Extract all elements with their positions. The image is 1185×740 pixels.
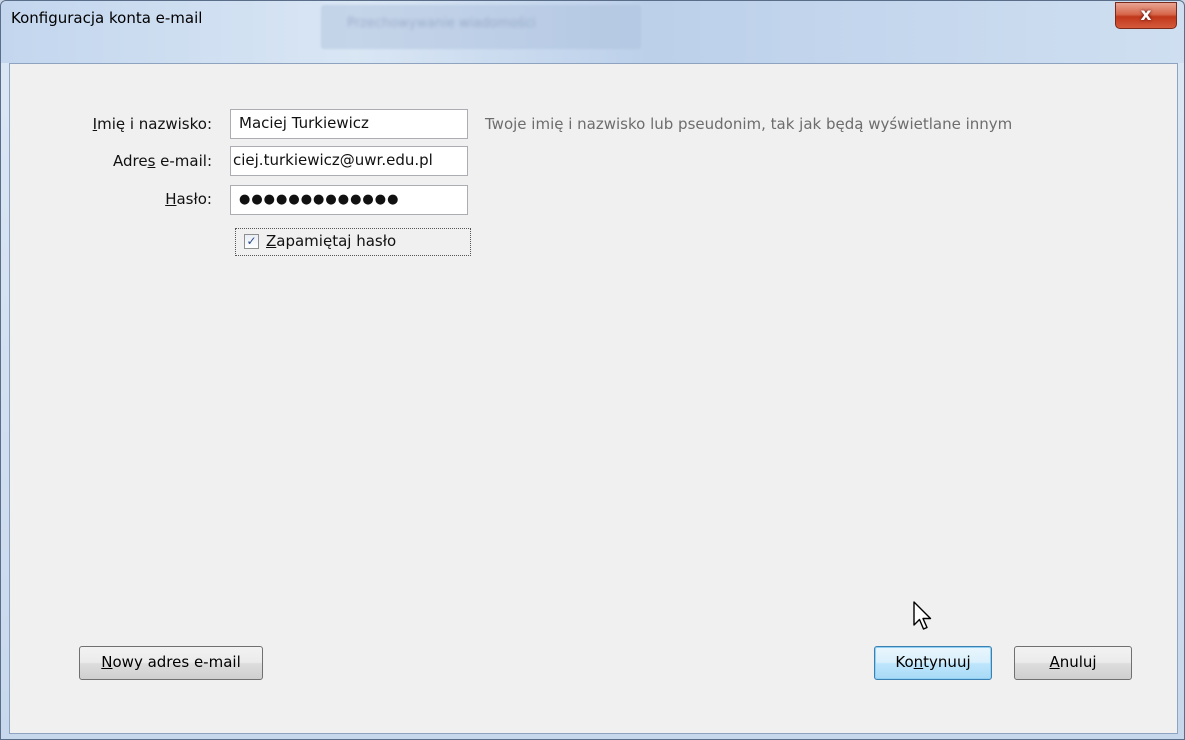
dialog-content: Imię i nazwisko: Maciej Turkiewicz Twoje… bbox=[9, 63, 1178, 734]
continue-button[interactable]: Kontynuuj bbox=[874, 646, 992, 680]
name-input[interactable]: Maciej Turkiewicz bbox=[230, 109, 468, 139]
background-window-title: Przechowywanie wiadomości bbox=[321, 5, 641, 49]
arrow-cursor-icon bbox=[913, 601, 932, 630]
window-title: Konfiguracja konta e-mail bbox=[11, 9, 203, 27]
password-input[interactable]: ●●●●●●●●●●●●● bbox=[230, 185, 468, 215]
remember-password-label: Zapamiętaj hasło bbox=[266, 232, 397, 250]
name-label: Imię i nazwisko: bbox=[92, 115, 212, 133]
background-window-title-text: Przechowywanie wiadomości bbox=[347, 16, 536, 31]
cancel-button[interactable]: Anuluj bbox=[1014, 646, 1132, 680]
checkmark-icon[interactable]: ✓ bbox=[244, 234, 259, 249]
remember-password-checkbox[interactable]: ✓ Zapamiętaj hasło bbox=[235, 228, 471, 256]
password-label: Hasło: bbox=[165, 190, 212, 208]
close-button[interactable]: x bbox=[1115, 2, 1177, 29]
email-input[interactable]: ciej.turkiewicz@uwr.edu.pl bbox=[230, 146, 468, 176]
new-address-button[interactable]: Nowy adres e-mail bbox=[79, 646, 263, 680]
title-bar[interactable]: Konfiguracja konta e-mail Przechowywanie… bbox=[1, 1, 1184, 63]
dialog-window: Konfiguracja konta e-mail Przechowywanie… bbox=[0, 0, 1185, 740]
email-label: Adres e-mail: bbox=[112, 152, 212, 170]
close-icon: x bbox=[1140, 5, 1152, 25]
name-hint: Twoje imię i nazwisko lub pseudonim, tak… bbox=[485, 115, 1013, 133]
